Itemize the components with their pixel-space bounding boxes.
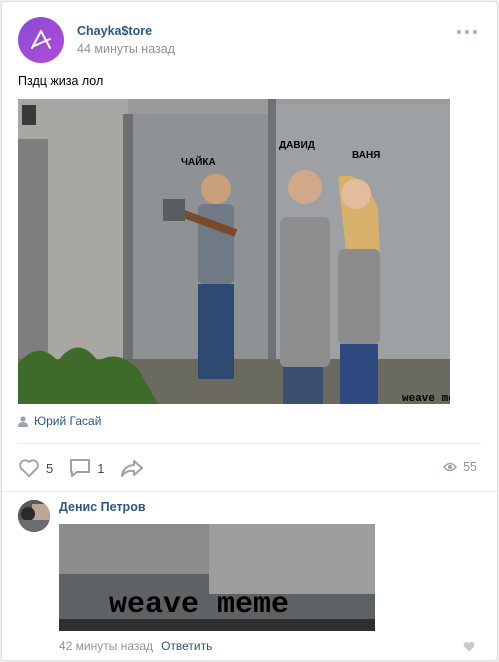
comment-count: 1	[97, 460, 105, 476]
community-avatar[interactable]	[18, 17, 64, 63]
commenter-photo	[18, 500, 50, 532]
heart-icon	[463, 641, 475, 652]
comment-like-button[interactable]	[463, 640, 475, 655]
heart-icon	[19, 459, 39, 478]
post-time[interactable]: 44 минуты назад	[77, 42, 175, 56]
comment-time[interactable]: 42 минуты назад	[59, 639, 153, 653]
divider	[18, 443, 481, 444]
view-counter: 55	[443, 460, 477, 474]
photo-watermark: weave meme	[402, 393, 450, 404]
comments-divider	[2, 491, 497, 492]
post-signer-name: Юрий Гасай	[34, 414, 102, 428]
post-signer[interactable]: Юрий Гасай	[18, 414, 101, 428]
like-button[interactable]: 5	[18, 458, 53, 478]
like-count: 5	[46, 460, 54, 476]
commenter-avatar[interactable]	[18, 500, 50, 532]
comment-image-watermark: weave meme	[109, 588, 289, 622]
post-card: Chayka$tore 44 минуты назад Пздц жиза ло…	[1, 1, 498, 661]
share-icon	[121, 460, 144, 477]
post-actions: 5 1	[18, 456, 160, 480]
comment-meta: 42 минуты назад Ответить	[59, 639, 212, 653]
more-icon[interactable]	[457, 22, 477, 42]
eye-icon	[443, 462, 458, 472]
reply-button[interactable]: Ответить	[161, 639, 212, 653]
share-button[interactable]	[120, 458, 144, 478]
post-photo[interactable]: ЧАЙКА ДАВИД ВАНЯ weave meme	[18, 99, 450, 404]
post-author-name[interactable]: Chayka$tore	[77, 24, 152, 38]
comment-button[interactable]: 1	[69, 458, 104, 478]
community-logo-icon	[31, 30, 51, 49]
photo-label-left: ЧАЙКА	[181, 155, 216, 168]
user-icon	[18, 415, 28, 427]
post-text: Пздц жиза лол	[18, 74, 104, 88]
comment-author-name[interactable]: Денис Петров	[59, 500, 146, 514]
comment-image-illustration: weave meme	[59, 524, 375, 631]
photo-label-right: ВАНЯ	[352, 150, 380, 161]
photo-label-middle: ДАВИД	[279, 140, 315, 151]
view-count: 55	[463, 460, 477, 474]
comment-icon	[70, 459, 91, 477]
comment-image[interactable]: weave meme	[59, 524, 375, 631]
photo-illustration: ЧАЙКА ДАВИД ВАНЯ weave meme	[18, 99, 450, 404]
